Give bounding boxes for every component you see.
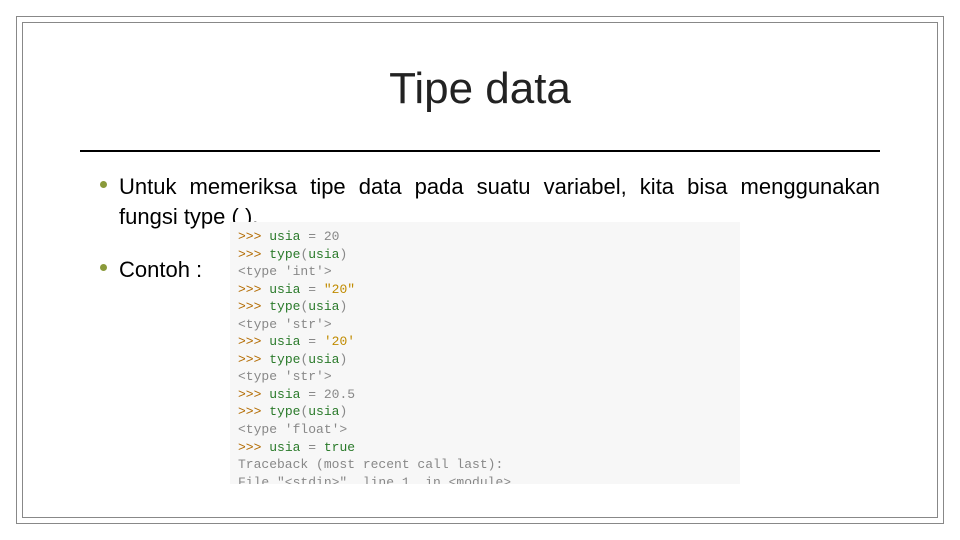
title-divider	[80, 150, 880, 152]
bullet-dot-icon	[100, 181, 107, 188]
bullet-dot-icon	[100, 264, 107, 271]
slide: Tipe data Untuk memeriksa tipe data pada…	[0, 0, 960, 540]
bullet-text: Contoh :	[119, 255, 202, 285]
slide-title: Tipe data	[0, 64, 960, 114]
code-example: >>> usia = 20>>> type(usia)<type 'int'>>…	[230, 222, 740, 484]
